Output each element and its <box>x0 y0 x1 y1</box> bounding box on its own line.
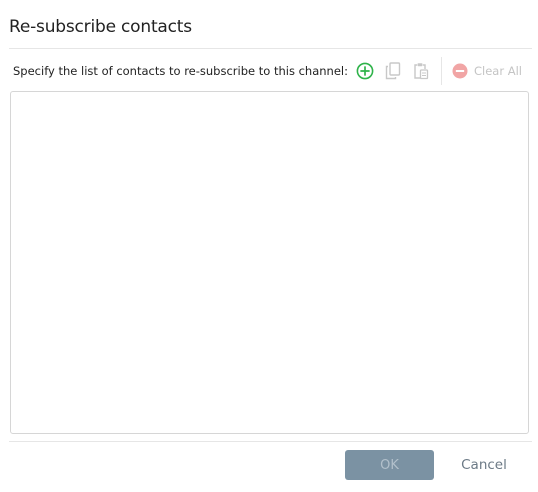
add-circle-icon <box>356 62 374 80</box>
resubscribe-dialog: Re-subscribe contacts Specify the list o… <box>0 0 538 492</box>
cancel-button[interactable]: Cancel <box>449 450 519 480</box>
copy-button[interactable] <box>379 57 407 85</box>
footer-divider <box>9 441 532 442</box>
contact-list[interactable] <box>10 91 529 434</box>
copy-icon <box>385 62 401 80</box>
add-contact-button[interactable] <box>351 57 379 85</box>
paste-icon <box>414 63 429 80</box>
paste-button[interactable] <box>407 57 435 85</box>
minus-circle-icon <box>452 63 468 79</box>
list-toolbar: Clear All <box>351 57 526 85</box>
dialog-title: Re-subscribe contacts <box>9 17 192 37</box>
ok-button[interactable]: OK <box>345 450 434 480</box>
instruction-text: Specify the list of contacts to re-subsc… <box>13 64 348 78</box>
clear-all-button[interactable]: Clear All <box>448 57 526 85</box>
clear-all-label: Clear All <box>474 64 522 78</box>
header-divider <box>9 48 532 49</box>
toolbar-separator <box>441 57 442 85</box>
